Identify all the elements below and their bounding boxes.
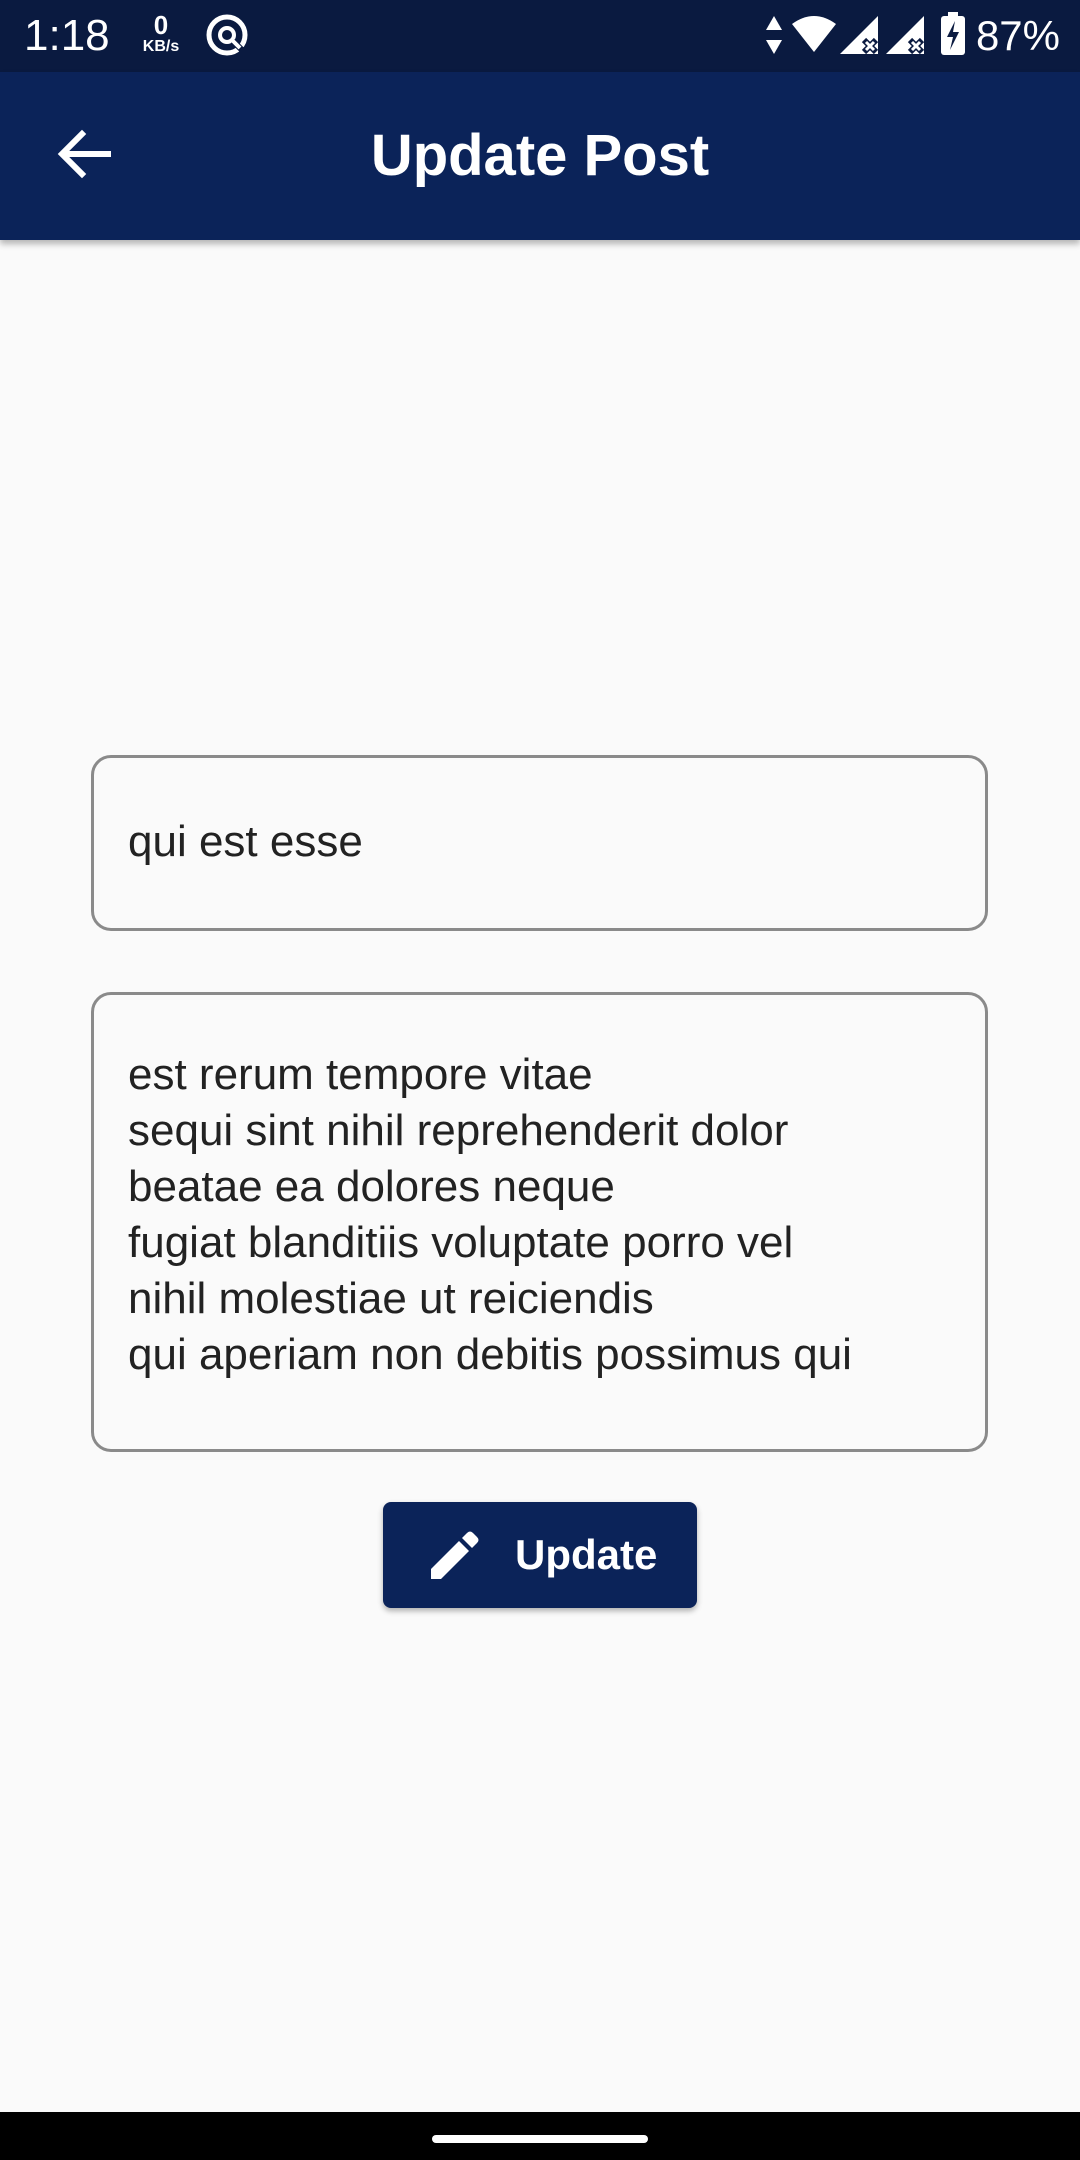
status-bar: 1:18 0 KB/s 87% xyxy=(0,0,1080,72)
net-speed-value: 0 xyxy=(153,10,169,40)
app-bar: Update Post xyxy=(0,72,1080,240)
body-line: est rerum tempore vitae xyxy=(128,1050,593,1099)
update-button-label: Update xyxy=(515,1531,658,1578)
body-textarea-content: est rerum tempore vitae sequi sint nihil… xyxy=(128,1047,852,1383)
wifi-icon xyxy=(790,14,838,59)
net-speed-unit: KB/s xyxy=(142,38,180,55)
net-speed-indicator: 0 KB/s xyxy=(138,12,184,56)
battery-percent: 87% xyxy=(975,12,1060,59)
pencil-icon xyxy=(425,1527,483,1590)
title-input[interactable]: qui est esse xyxy=(91,755,988,931)
body-textarea[interactable]: est rerum tempore vitae sequi sint nihil… xyxy=(91,992,988,1452)
body-line: beatae ea dolores neque xyxy=(128,1162,615,1211)
sync-icon xyxy=(204,12,250,63)
data-arrows-icon xyxy=(764,14,784,61)
body-line: qui aperiam non debitis possimus qui xyxy=(128,1330,852,1379)
body-line: sequi sint nihil reprehenderit dolor xyxy=(128,1106,789,1155)
body-line: nihil molestiae ut reiciendis xyxy=(128,1274,654,1323)
signal-icon xyxy=(884,14,926,61)
signal-icon xyxy=(838,14,880,61)
update-button[interactable]: Update xyxy=(383,1502,697,1608)
title-input-value: qui est esse xyxy=(128,817,363,866)
page-title: Update Post xyxy=(370,123,710,188)
home-indicator[interactable] xyxy=(432,2135,648,2143)
battery-charging-icon xyxy=(940,12,966,61)
status-time: 1:18 xyxy=(24,11,110,60)
body-line: fugiat blanditiis voluptate porro vel xyxy=(128,1218,794,1267)
